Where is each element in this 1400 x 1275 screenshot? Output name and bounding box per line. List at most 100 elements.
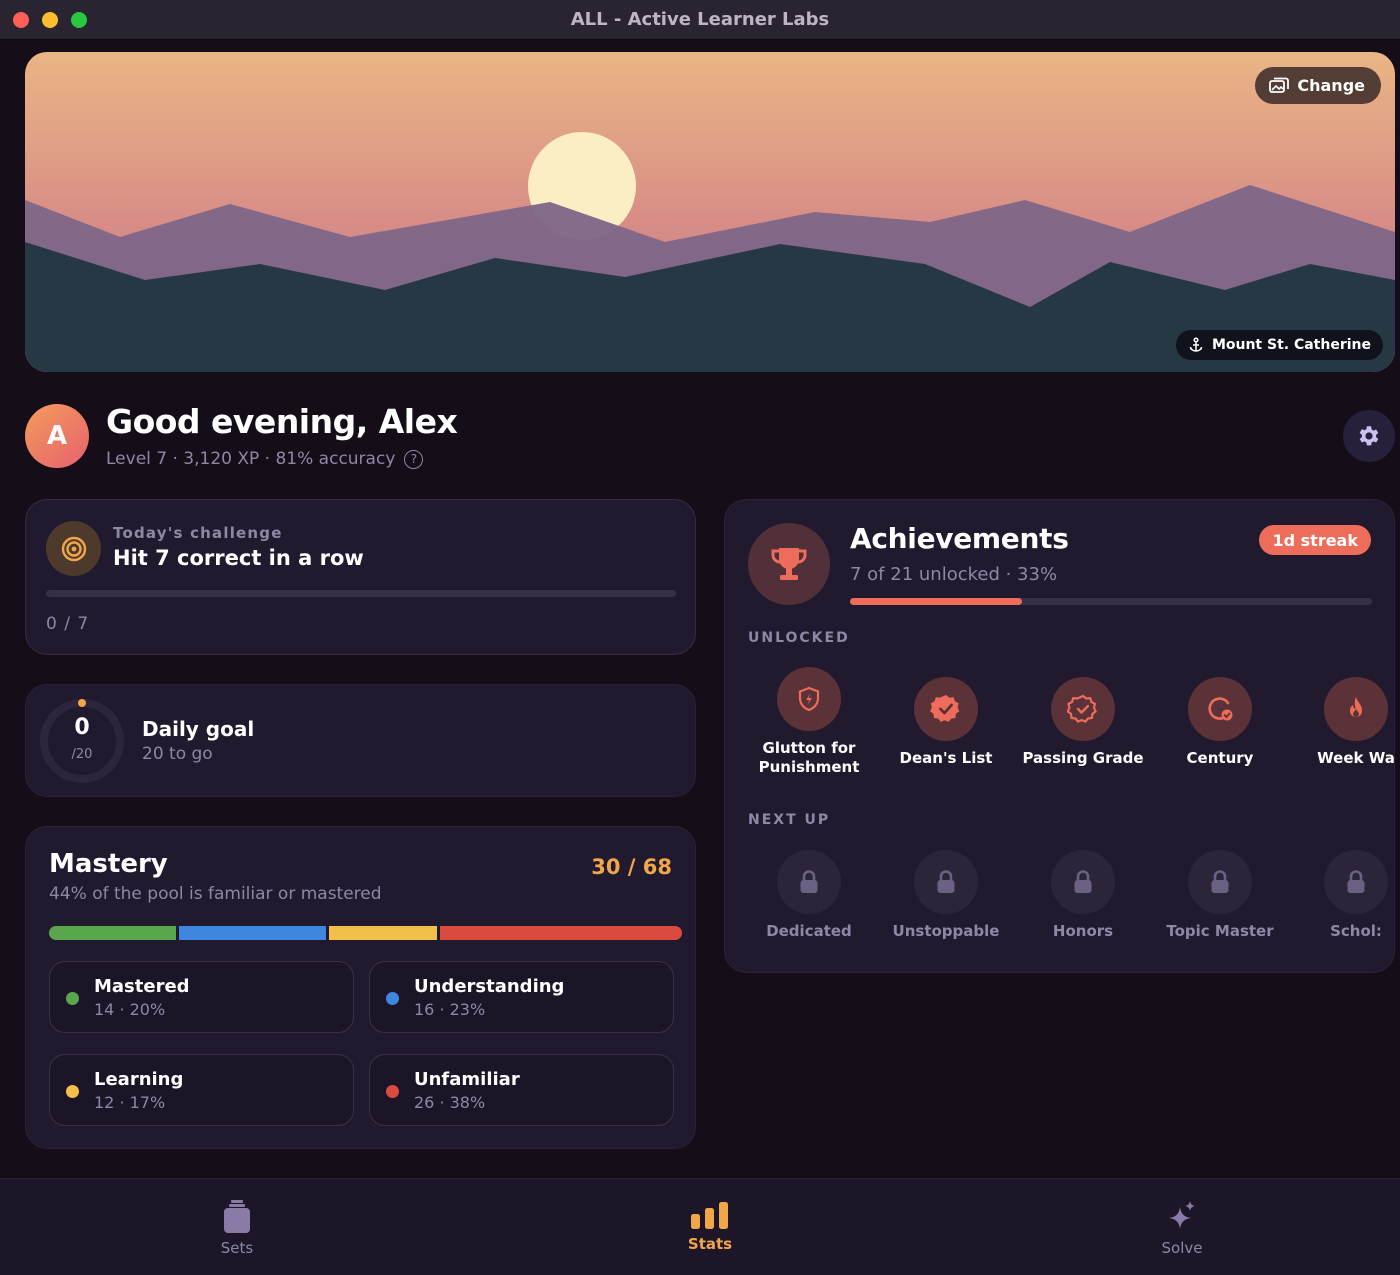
unlocked-section-label: UNLOCKED <box>748 630 850 646</box>
window-titlebar: ALL - Active Learner Labs <box>0 0 1400 40</box>
mastered-dot <box>66 992 79 1005</box>
mastery-segment-mastered <box>49 926 177 940</box>
hero-banner: Change Mount St. Catherine <box>25 52 1395 372</box>
badge-passing-grade[interactable]: Passing Grade <box>1013 677 1153 768</box>
challenge-progress-count: 0 / 7 <box>46 614 90 634</box>
achievements-card: Achievements 7 of 21 unlocked · 33% 1d s… <box>724 499 1395 973</box>
mastery-tile-mastered[interactable]: Mastered 14 · 20% <box>49 961 354 1033</box>
change-background-button[interactable]: Change <box>1255 67 1381 104</box>
badge-glutton-for-punishment[interactable]: Glutton for Punishment <box>739 667 879 777</box>
badge-name: Dedicated <box>766 922 852 940</box>
bar-chart-icon <box>691 1202 728 1229</box>
unfamiliar-dot <box>386 1085 399 1098</box>
badge-name-line2: Punishment <box>758 758 860 776</box>
badge-honors-locked[interactable]: Honors <box>1013 850 1153 941</box>
target-icon <box>46 521 101 576</box>
window-title: ALL - Active Learner Labs <box>570 9 830 30</box>
daily-goal-subtitle: 20 to go <box>142 744 213 764</box>
change-label: Change <box>1297 76 1365 95</box>
seal-check-icon <box>914 677 978 741</box>
tab-label: Solve <box>1161 1239 1203 1257</box>
badge-week-warrior[interactable]: Week Wa <box>1286 677 1395 768</box>
challenge-title: Hit 7 correct in a row <box>113 546 364 570</box>
help-icon[interactable]: ? <box>404 449 424 469</box>
badge-unstoppable-locked[interactable]: Unstoppable <box>876 850 1016 941</box>
streak-badge: 1d streak <box>1259 525 1371 555</box>
badge-name: Week Wa <box>1317 749 1395 767</box>
mastery-tile-learning[interactable]: Learning 12 · 17% <box>49 1054 354 1126</box>
badge-name: Dean's List <box>899 749 993 767</box>
daily-goal-value: 0 <box>74 715 90 740</box>
badge-name: Passing Grade <box>1022 749 1144 767</box>
challenge-kicker: Today's challenge <box>113 524 283 542</box>
badge-name: Topic Master <box>1166 922 1274 940</box>
learning-dot <box>66 1085 79 1098</box>
settings-button[interactable] <box>1343 410 1395 462</box>
badge-name-line1: Glutton for <box>762 739 856 757</box>
challenge-progress-bar <box>46 590 676 597</box>
badge-topic-master-locked[interactable]: Topic Master <box>1150 850 1290 941</box>
mountain-landscape-image <box>25 52 1395 372</box>
mastery-distribution-bar <box>49 926 682 940</box>
daily-goal-card[interactable]: 0 /20 Daily goal 20 to go <box>25 684 696 797</box>
jar-icon <box>224 1200 250 1233</box>
daily-goal-denominator: /20 <box>71 747 93 762</box>
badge-deans-list[interactable]: Dean's List <box>876 677 1016 768</box>
understanding-dot <box>386 992 399 1005</box>
mastery-tile-stat: 16 · 23% <box>414 1000 486 1019</box>
badge-name: Century <box>1186 749 1254 767</box>
mastery-title: Mastery <box>49 849 168 879</box>
mastery-tile-label: Unfamiliar <box>414 1069 520 1090</box>
mastery-tile-label: Mastered <box>94 976 190 997</box>
achievements-progress-fill <box>850 598 1023 605</box>
mastery-tile-unfamiliar[interactable]: Unfamiliar 26 · 38% <box>369 1054 674 1126</box>
lock-icon <box>1188 850 1252 914</box>
location-pill: Mount St. Catherine <box>1175 330 1383 360</box>
profile-stats: Level 7 · 3,120 XP · 81% accuracy ? <box>106 449 424 469</box>
badge-name: Unstoppable <box>892 922 1000 940</box>
century-icon <box>1188 677 1252 741</box>
mastery-tile-stat: 12 · 17% <box>94 1093 166 1112</box>
challenge-card[interactable]: Today's challenge Hit 7 correct in a row… <box>25 499 696 655</box>
tab-stats[interactable]: Stats <box>650 1201 770 1253</box>
trophy-icon <box>748 523 830 605</box>
achievements-subtitle: 7 of 21 unlocked · 33% <box>850 564 1058 585</box>
badge-name: Schol: <box>1330 922 1382 940</box>
achievements-progress-bar <box>850 598 1372 605</box>
badge-dedicated-locked[interactable]: Dedicated <box>739 850 879 941</box>
shield-bolt-icon <box>777 667 841 731</box>
greeting-title: Good evening, Alex <box>106 402 458 441</box>
location-label: Mount St. Catherine <box>1211 337 1371 353</box>
mastery-segment-learning <box>328 926 438 940</box>
mastery-count: 30 / 68 <box>591 855 672 879</box>
mastery-tile-stat: 26 · 38% <box>414 1093 486 1112</box>
tab-solve[interactable]: Solve <box>1122 1199 1242 1257</box>
bottom-tab-bar: Sets Stats Solve <box>0 1178 1400 1275</box>
tab-label: Sets <box>220 1239 254 1257</box>
seal-check-outline-icon <box>1051 677 1115 741</box>
mastery-tile-understanding[interactable]: Understanding 16 · 23% <box>369 961 674 1033</box>
mastery-segment-unfamiliar <box>440 926 682 940</box>
mastery-tile-stat: 14 · 20% <box>94 1000 166 1019</box>
lock-icon <box>1324 850 1388 914</box>
tab-label: Stats <box>687 1235 733 1253</box>
gear-icon <box>1359 426 1379 446</box>
mastery-segment-understanding <box>179 926 326 940</box>
flame-icon <box>1324 677 1388 741</box>
daily-goal-title: Daily goal <box>142 717 255 741</box>
mastery-tile-label: Learning <box>94 1069 184 1090</box>
lock-icon <box>914 850 978 914</box>
lock-icon <box>1051 850 1115 914</box>
anchor-icon <box>1189 337 1203 352</box>
badge-century[interactable]: Century <box>1150 677 1290 768</box>
badge-scholar-locked[interactable]: Schol: <box>1286 850 1394 941</box>
daily-goal-ring <box>40 699 124 783</box>
badge-name: Honors <box>1052 922 1114 940</box>
profile-stats-text: Level 7 · 3,120 XP · 81% accuracy <box>106 449 396 469</box>
avatar[interactable]: A <box>25 404 89 468</box>
mastery-subtitle: 44% of the pool is familiar or mastered <box>49 884 382 904</box>
lock-icon <box>777 850 841 914</box>
achievements-title: Achievements <box>850 522 1069 555</box>
tab-sets[interactable]: Sets <box>177 1199 297 1257</box>
next-up-section-label: NEXT UP <box>748 812 831 828</box>
